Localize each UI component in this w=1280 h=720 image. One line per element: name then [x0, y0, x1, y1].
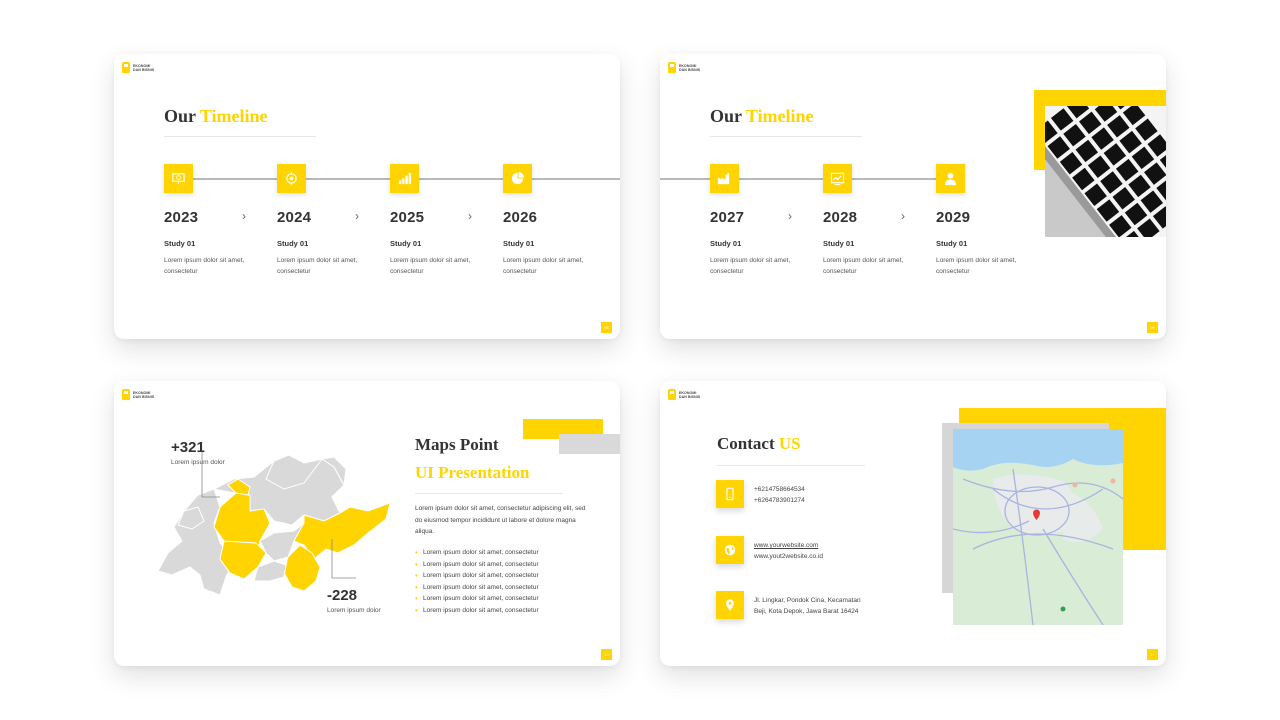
- address-line-2: Beji, Kota Depok, Jawa Barat 16424: [754, 608, 859, 615]
- logo-line2: DAN BISNIS: [133, 394, 155, 399]
- logo-mark-icon: [122, 389, 130, 400]
- bullet-list: Lorem ipsum dolor sit amet, consectetur …: [415, 547, 539, 616]
- growth-board-icon: [823, 164, 852, 193]
- bullet-item: Lorem ipsum dolor sit amet, consectetur: [415, 547, 539, 559]
- website-link-2[interactable]: www.yout2website.co.id: [754, 551, 823, 562]
- title-divider: [717, 465, 865, 466]
- title-accent: Timeline: [745, 106, 814, 126]
- phone-icon: [716, 480, 744, 508]
- timeline-study: Study 01: [710, 239, 742, 248]
- timeline-desc: Lorem ipsum dolor sit amet, consectetur: [710, 257, 791, 275]
- slides-overview: EKONOMI DAN BISNIS Our Timeline 2023 Stud…: [0, 0, 1280, 720]
- timeline-desc: Lorem ipsum dolor sit amet, consectetur: [390, 257, 471, 275]
- timeline-line: [660, 178, 965, 180]
- location-pin-icon: [716, 591, 744, 619]
- slide-timeline-1[interactable]: EKONOMI DAN BISNIS Our Timeline 2023 Stud…: [114, 54, 620, 339]
- timeline-year: 2023: [164, 209, 199, 226]
- logo-line2: DAN BISNIS: [679, 394, 701, 399]
- phone-number-2[interactable]: +6264783901274: [754, 495, 805, 506]
- logo-line2: DAN BISNIS: [133, 67, 155, 72]
- title-divider: [415, 493, 563, 494]
- logo-mark-icon: [122, 62, 130, 73]
- timeline-desc: Lorem ipsum dolor sit amet, consectetur: [277, 257, 358, 275]
- title-divider: [164, 136, 316, 137]
- maps-paragraph: Lorem ipsum dolor sit amet, consectetur …: [415, 505, 586, 535]
- chevron-right-icon: ›: [355, 209, 359, 223]
- page-number: 08: [601, 322, 616, 337]
- phone-number-1[interactable]: +6214758664534: [754, 484, 805, 495]
- slide-maps-point[interactable]: EKONOMI DAN BISNIS +321 Lorem ipsum dolo…: [114, 381, 620, 666]
- title-main: Our: [710, 106, 742, 126]
- title-accent: US: [778, 434, 801, 453]
- bullet-item: Lorem ipsum dolor sit amet, consectetur: [415, 582, 539, 594]
- presentation-icon: [164, 164, 193, 193]
- bullet-item: Lorem ipsum dolor sit amet, consectetur: [415, 605, 539, 617]
- pie-chart-icon: [503, 164, 532, 193]
- timeline-year: 2029: [936, 209, 971, 226]
- person-icon: [936, 164, 965, 193]
- brand-logo: EKONOMI DAN BISNIS: [122, 389, 154, 400]
- bullet-item: Lorem ipsum dolor sit amet, consectetur: [415, 593, 539, 605]
- factory-icon: [710, 164, 739, 193]
- timeline-desc: Lorem ipsum dolor sit amet, consectetur: [503, 257, 584, 275]
- slide-title: Our Timeline: [164, 106, 268, 127]
- brand-logo: EKONOMI DAN BISNIS: [668, 389, 700, 400]
- slide-title: Contact US: [717, 434, 801, 454]
- timeline-year: 2028: [823, 209, 858, 226]
- title-accent: Timeline: [199, 106, 268, 126]
- chevron-right-icon: ›: [788, 209, 792, 223]
- slide-title: Our Timeline: [710, 106, 814, 127]
- logo-mark-icon: [668, 389, 676, 400]
- timeline-study: Study 01: [390, 239, 422, 248]
- timeline-desc: Lorem ipsum dolor sit amet, consectetur: [936, 257, 1017, 275]
- chevron-right-icon: ›: [242, 209, 246, 223]
- page-number: 11: [1147, 649, 1162, 664]
- brand-logo: EKONOMI DAN BISNIS: [122, 62, 154, 73]
- website-link-1[interactable]: www.yourwebsite.com: [754, 540, 818, 551]
- bullet-item: Lorem ipsum dolor sit amet, consectetur: [415, 570, 539, 582]
- title-main: Our: [164, 106, 196, 126]
- timeline-study: Study 01: [164, 239, 196, 248]
- building-photo: [1045, 106, 1166, 237]
- slide-contact[interactable]: EKONOMI DAN BISNIS Contact US +6214758664…: [660, 381, 1166, 666]
- logo-line2: DAN BISNIS: [679, 67, 701, 72]
- decor-gray-bar: [559, 434, 620, 454]
- title-main: Contact: [717, 434, 775, 453]
- timeline-study: Study 01: [277, 239, 309, 248]
- timeline-study: Study 01: [936, 239, 968, 248]
- chevron-right-icon: ›: [468, 209, 472, 223]
- timeline-year: 2027: [710, 209, 745, 226]
- switzerland-map: [157, 451, 391, 596]
- stat-decrease: -228: [327, 587, 358, 604]
- timeline-year: 2024: [277, 209, 312, 226]
- title-divider: [710, 136, 862, 137]
- timeline-desc: Lorem ipsum dolor sit amet, consectetur: [164, 257, 245, 275]
- location-map[interactable]: [953, 429, 1123, 625]
- bar-chart-icon: [390, 164, 419, 193]
- target-icon: [277, 164, 306, 193]
- globe-icon: [716, 536, 744, 564]
- page-number: 09: [1147, 322, 1162, 337]
- brand-logo: EKONOMI DAN BISNIS: [668, 62, 700, 73]
- chevron-right-icon: ›: [901, 209, 905, 223]
- timeline-study: Study 01: [823, 239, 855, 248]
- timeline-study: Study 01: [503, 239, 535, 248]
- timeline-year: 2025: [390, 209, 425, 226]
- stat-decrease-label: Lorem ipsum dolor: [327, 607, 381, 614]
- logo-mark-icon: [668, 62, 676, 73]
- stat-increase: +321: [171, 439, 205, 456]
- maps-title: Maps Point: [415, 435, 499, 454]
- address-line-1: Jl. Lingkar, Pondok Cina, Kecamatan: [754, 597, 861, 604]
- slide-timeline-2[interactable]: EKONOMI DAN BISNIS Our Timeline 2027 Stu…: [660, 54, 1166, 339]
- page-number: 10: [601, 649, 616, 664]
- bullet-item: Lorem ipsum dolor sit amet, consectetur: [415, 559, 539, 571]
- maps-subtitle: UI Presentation: [415, 463, 530, 482]
- timeline-desc: Lorem ipsum dolor sit amet, consectetur: [823, 257, 904, 275]
- timeline-year: 2026: [503, 209, 538, 226]
- stat-increase-label: Lorem ipsum dolor: [171, 459, 225, 466]
